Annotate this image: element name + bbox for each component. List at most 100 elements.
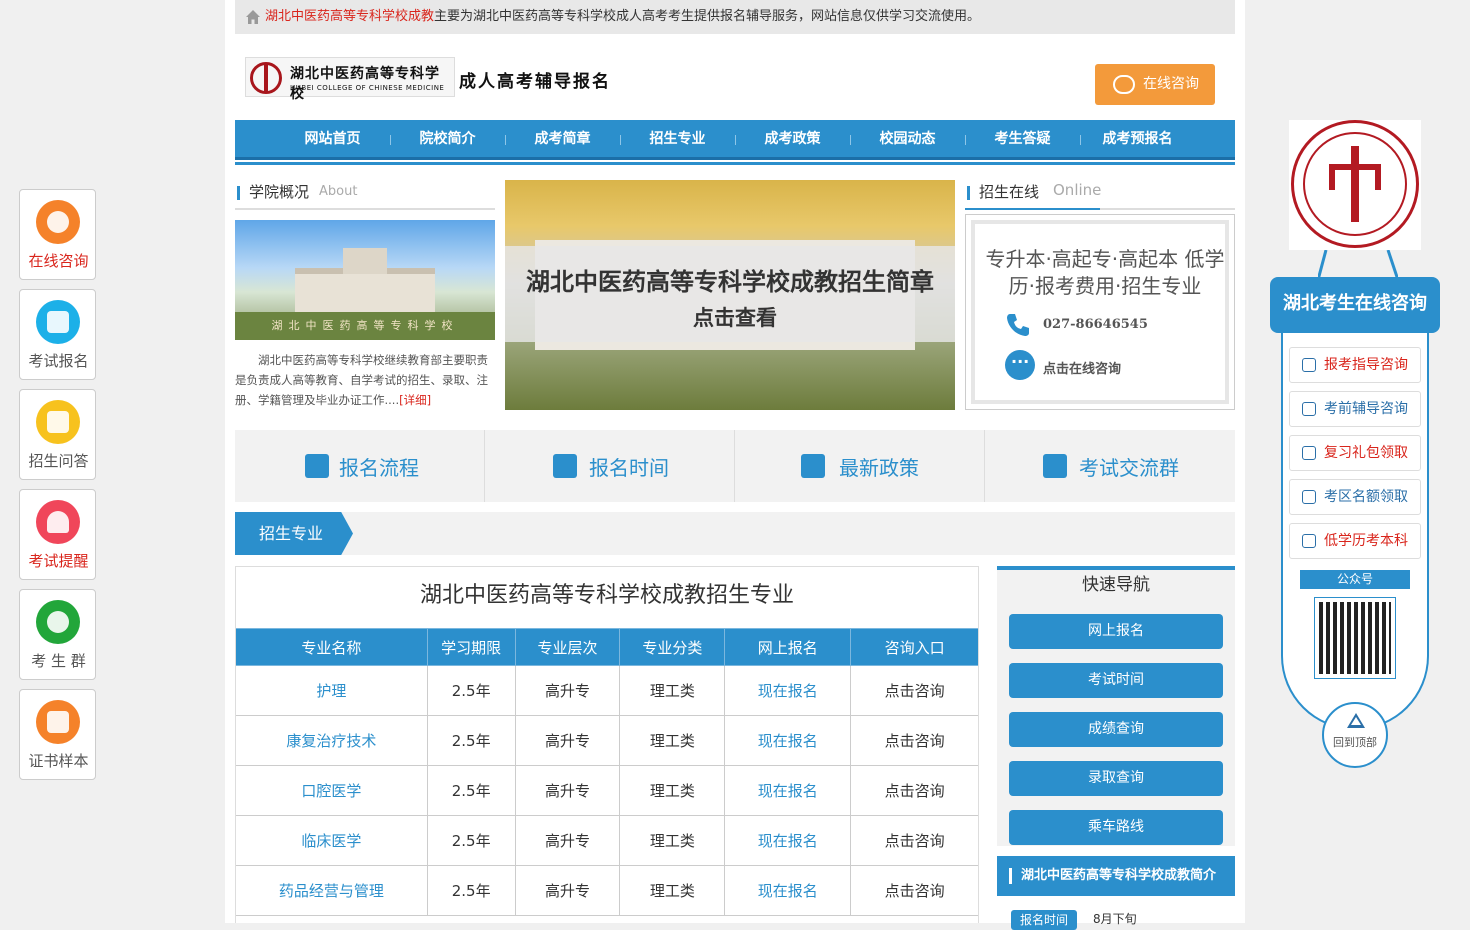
register-icon — [36, 300, 80, 344]
nav-item-brochure[interactable]: 成考简章 — [505, 120, 620, 158]
left-float-certificate[interactable]: 证书样本 — [19, 689, 96, 780]
left-float-consult[interactable]: 在线咨询 — [19, 189, 96, 280]
major-name[interactable]: 口腔医学 — [236, 765, 428, 816]
right-float-tutoring[interactable]: 考前辅导咨询 — [1289, 391, 1421, 427]
main-nav: 网站首页 院校简介 成考简章 招生专业 成考政策 校园动态 考生答疑 成考预报名 — [235, 120, 1235, 160]
right-float-upgrade[interactable]: 低学历考本科 — [1289, 523, 1421, 559]
intro-value: 8月下旬 — [1093, 912, 1137, 926]
left-float-reminder[interactable]: 考试提醒 — [19, 489, 96, 580]
hanging-strings — [1318, 250, 1398, 280]
thumbs-up-icon — [1302, 534, 1316, 548]
top-notice: 湖北中医药高等专科学校成教主要为湖北中医药高等专科学校成人高考考生提供报名辅导服… — [235, 0, 1235, 34]
consult-link[interactable]: 点击咨询 — [850, 815, 978, 866]
major-category: 理工类 — [619, 665, 726, 716]
consult-link[interactable]: 点击咨询 — [850, 665, 978, 716]
major-name[interactable]: 临床医学 — [236, 815, 428, 866]
slide-subtitle: 点击查看 — [693, 306, 777, 330]
about-text: 湖北中医药高等专科学校继续教育部主要职责是负责成人高等教育、自学考试的招生、录取… — [235, 353, 488, 407]
about-title-en: About — [319, 184, 358, 199]
home-icon[interactable] — [245, 9, 261, 25]
nav-item-policy[interactable]: 成考政策 — [735, 120, 850, 158]
online-consult-label: 在线咨询 — [1143, 76, 1199, 92]
major-name[interactable]: 护理 — [236, 665, 428, 716]
school-name-cn: 湖北中医药高等专科学校 — [290, 66, 440, 102]
notice-school-link[interactable]: 湖北中医药高等专科学校成教 — [265, 9, 434, 24]
qr-label: 公众号 — [1300, 570, 1410, 589]
left-float-register[interactable]: 考试报名 — [19, 289, 96, 380]
fast-nav-scores[interactable]: 成绩查询 — [1009, 712, 1223, 747]
quick-label-policy: 最新政策 — [839, 456, 919, 480]
quick-links: 报名流程 报名时间 最新政策 考试交流群 — [235, 430, 1235, 502]
fast-nav-exam-time[interactable]: 考试时间 — [1009, 663, 1223, 698]
fast-nav-apply[interactable]: 网上报名 — [1009, 614, 1223, 649]
tab-majors[interactable]: 招生专业 — [235, 512, 353, 555]
major-duration: 2.5年 — [426, 765, 516, 816]
intro-row: 报名时间 8月下旬 — [997, 896, 1235, 930]
about-more-link[interactable]: [详细] — [399, 393, 431, 407]
intro-header: 湖北中医药高等专科学校成教简介 — [997, 856, 1235, 896]
school-emblem-box: 湖北中医药高等专科学校 HUBEI COLLEGE OF CHINESE MED… — [245, 57, 455, 102]
nav-item-news[interactable]: 校园动态 — [850, 120, 965, 158]
major-name[interactable]: 药品经营与管理 — [236, 865, 428, 916]
bookmark-icon — [553, 454, 577, 478]
major-category: 理工类 — [619, 865, 726, 916]
apply-link[interactable]: 现在报名 — [724, 865, 852, 916]
quick-item-time[interactable]: 报名时间 — [485, 430, 735, 502]
online-title: 招生在线 — [979, 183, 1040, 201]
nav-item-majors[interactable]: 招生专业 — [620, 120, 735, 158]
notes-icon — [36, 400, 80, 444]
nav-item-intro[interactable]: 院校简介 — [390, 120, 505, 158]
col-header-apply: 网上报名 — [724, 628, 852, 666]
site-logo[interactable]: 湖北中医药高等专科学校 HUBEI COLLEGE OF CHINESE MED… — [245, 57, 625, 102]
intro-tag: 报名时间 — [1011, 910, 1077, 930]
nav-item-home[interactable]: 网站首页 — [275, 120, 390, 158]
apply-link[interactable]: 现在报名 — [724, 765, 852, 816]
right-float-gift[interactable]: 复习礼包领取 — [1289, 435, 1421, 471]
school-emblem-icon — [250, 62, 282, 94]
major-duration: 2.5年 — [426, 815, 516, 866]
wechat-qr-code — [1314, 597, 1396, 679]
tutor-icon — [1302, 402, 1316, 416]
right-float-title[interactable]: 湖北考生在线咨询 — [1270, 277, 1440, 333]
quick-item-group[interactable]: 考试交流群 — [985, 430, 1235, 502]
about-description: 湖北中医药高等专科学校继续教育部主要职责是负责成人高等教育、自学考试的招生、录取… — [235, 350, 497, 410]
consult-link[interactable]: 点击咨询 — [850, 865, 978, 916]
right-float-quota[interactable]: 考区名额领取 — [1289, 479, 1421, 515]
nav-item-faq[interactable]: 考生答疑 — [965, 120, 1080, 158]
about-header: 学院概况 About — [235, 180, 495, 210]
gift-icon — [1302, 446, 1316, 460]
right-float-guide[interactable]: 报考指导咨询 — [1289, 347, 1421, 383]
apply-link[interactable]: 现在报名 — [724, 715, 852, 766]
nav-divider — [235, 162, 1235, 165]
major-level: 高升专 — [514, 865, 621, 916]
left-float-group-label: 考 生 群 — [31, 652, 86, 670]
quick-label-process: 报名流程 — [339, 456, 419, 480]
user-service-icon — [36, 200, 80, 244]
quick-item-policy[interactable]: 最新政策 — [735, 430, 985, 502]
online-chat-link[interactable]: 点击在线咨询 — [1043, 358, 1121, 377]
col-header-consult: 咨询入口 — [850, 628, 978, 666]
fast-nav-route[interactable]: 乘车路线 — [1009, 810, 1223, 845]
consult-link[interactable]: 点击咨询 — [850, 765, 978, 816]
plus-square-icon — [1302, 358, 1316, 372]
nav-item-preregister[interactable]: 成考预报名 — [1080, 120, 1195, 158]
apply-link[interactable]: 现在报名 — [724, 815, 852, 866]
consult-link[interactable]: 点击咨询 — [850, 715, 978, 766]
brochure-slide[interactable]: 湖北中医药高等专科学校成教招生简章 点击查看 — [505, 180, 955, 410]
quick-item-process[interactable]: 报名流程 — [235, 430, 485, 502]
back-to-top-button[interactable]: 回到顶部 — [1322, 702, 1388, 768]
phone-number[interactable]: 027-86646545 — [1043, 317, 1148, 332]
fast-nav-admission[interactable]: 录取查询 — [1009, 761, 1223, 796]
left-float-group[interactable]: 考 生 群 — [19, 589, 96, 680]
online-consult-button[interactable]: 在线咨询 — [1095, 64, 1215, 105]
qr-code-icon — [1319, 602, 1391, 674]
chat-bubble-icon[interactable] — [1005, 350, 1035, 380]
left-float-faq[interactable]: 招生问答 — [19, 389, 96, 480]
campus-photo[interactable]: 湖北中医药高等专科学校 — [235, 220, 495, 340]
phone-icon — [1007, 314, 1029, 336]
major-duration: 2.5年 — [426, 715, 516, 766]
online-title-en: Online — [1053, 181, 1102, 199]
major-name[interactable]: 康复治疗技术 — [236, 715, 428, 766]
online-description: 专升本·高起专·高起本 低学历·报考费用·招生专业 — [985, 247, 1225, 298]
apply-link[interactable]: 现在报名 — [724, 665, 852, 716]
